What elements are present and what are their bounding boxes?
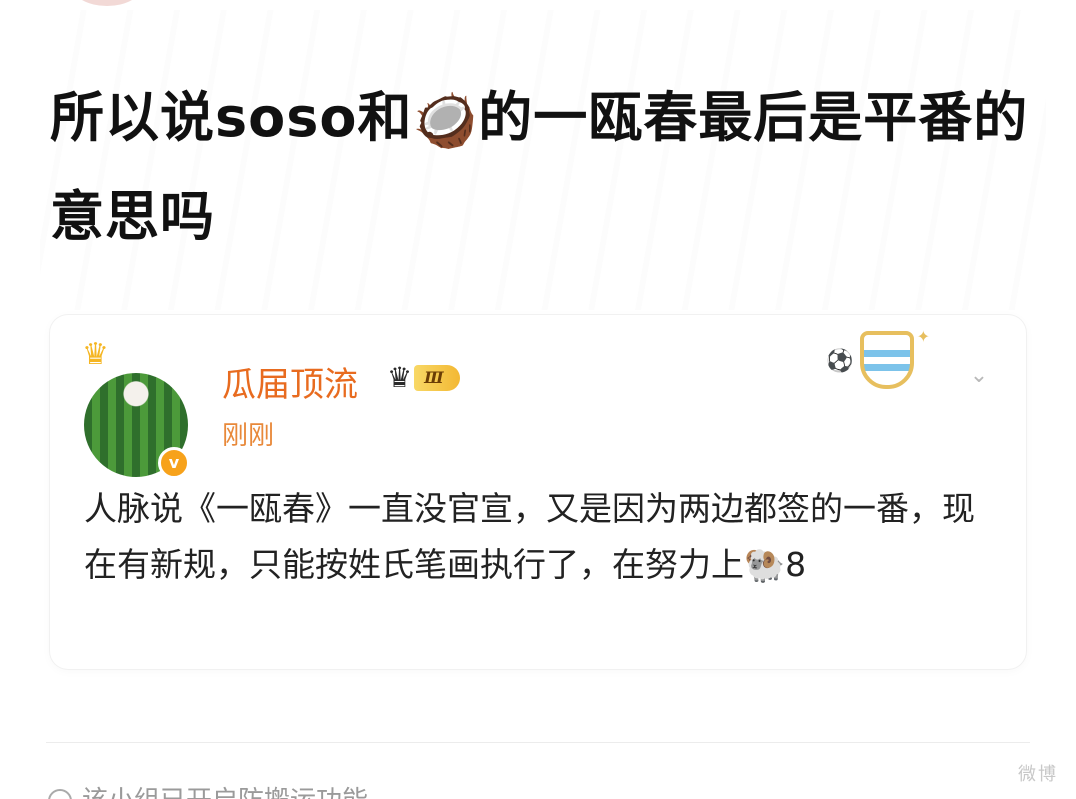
anti-repost-hint: 该小组已开启防搬运功能	[48, 780, 368, 799]
sparkle-icon: ✦	[916, 327, 930, 346]
vip-badge[interactable]: ♛ Ⅲ	[387, 361, 483, 395]
post-title: 所以说soso和🥥的一瓯春最后是平番的意思吗	[50, 70, 1030, 265]
crown-icon: ♛	[82, 337, 109, 372]
chevron-down-icon[interactable]: ⌄	[966, 363, 992, 389]
vip-crown-icon: ♛	[387, 361, 413, 394]
title-text-part1: 所以说soso和	[50, 86, 413, 149]
verified-icon: v	[158, 447, 190, 479]
watermark: 微博	[1018, 764, 1058, 785]
hint-text: 该小组已开启防搬运功能	[82, 786, 368, 799]
repost-text: 人脉说《一瓯春》一直没官宣，又是因为两边都签的一番，现在有新规，只能按姓氏笔画执…	[84, 489, 975, 584]
info-icon	[48, 789, 72, 799]
vip-level: Ⅲ	[414, 365, 460, 391]
repost-card[interactable]: ♛ v 瓜届顶流 ♛ Ⅲ 刚刚 ⚽ ✦ ⌄ 人脉说《一瓯春》一直没官宣，又是因为…	[50, 315, 1026, 669]
shield-icon	[860, 331, 914, 389]
post-timestamp: 刚刚	[222, 421, 275, 451]
author-avatar-wrap[interactable]: ♛ v	[82, 337, 192, 479]
previous-avatar[interactable]	[72, 0, 142, 6]
author-name[interactable]: 瓜届顶流	[222, 357, 358, 406]
coconut-emoji: 🥥	[412, 91, 479, 151]
medal-icon[interactable]: ⚽ ✦	[826, 327, 936, 391]
football-icon: ⚽	[826, 349, 854, 374]
divider	[46, 742, 1030, 743]
